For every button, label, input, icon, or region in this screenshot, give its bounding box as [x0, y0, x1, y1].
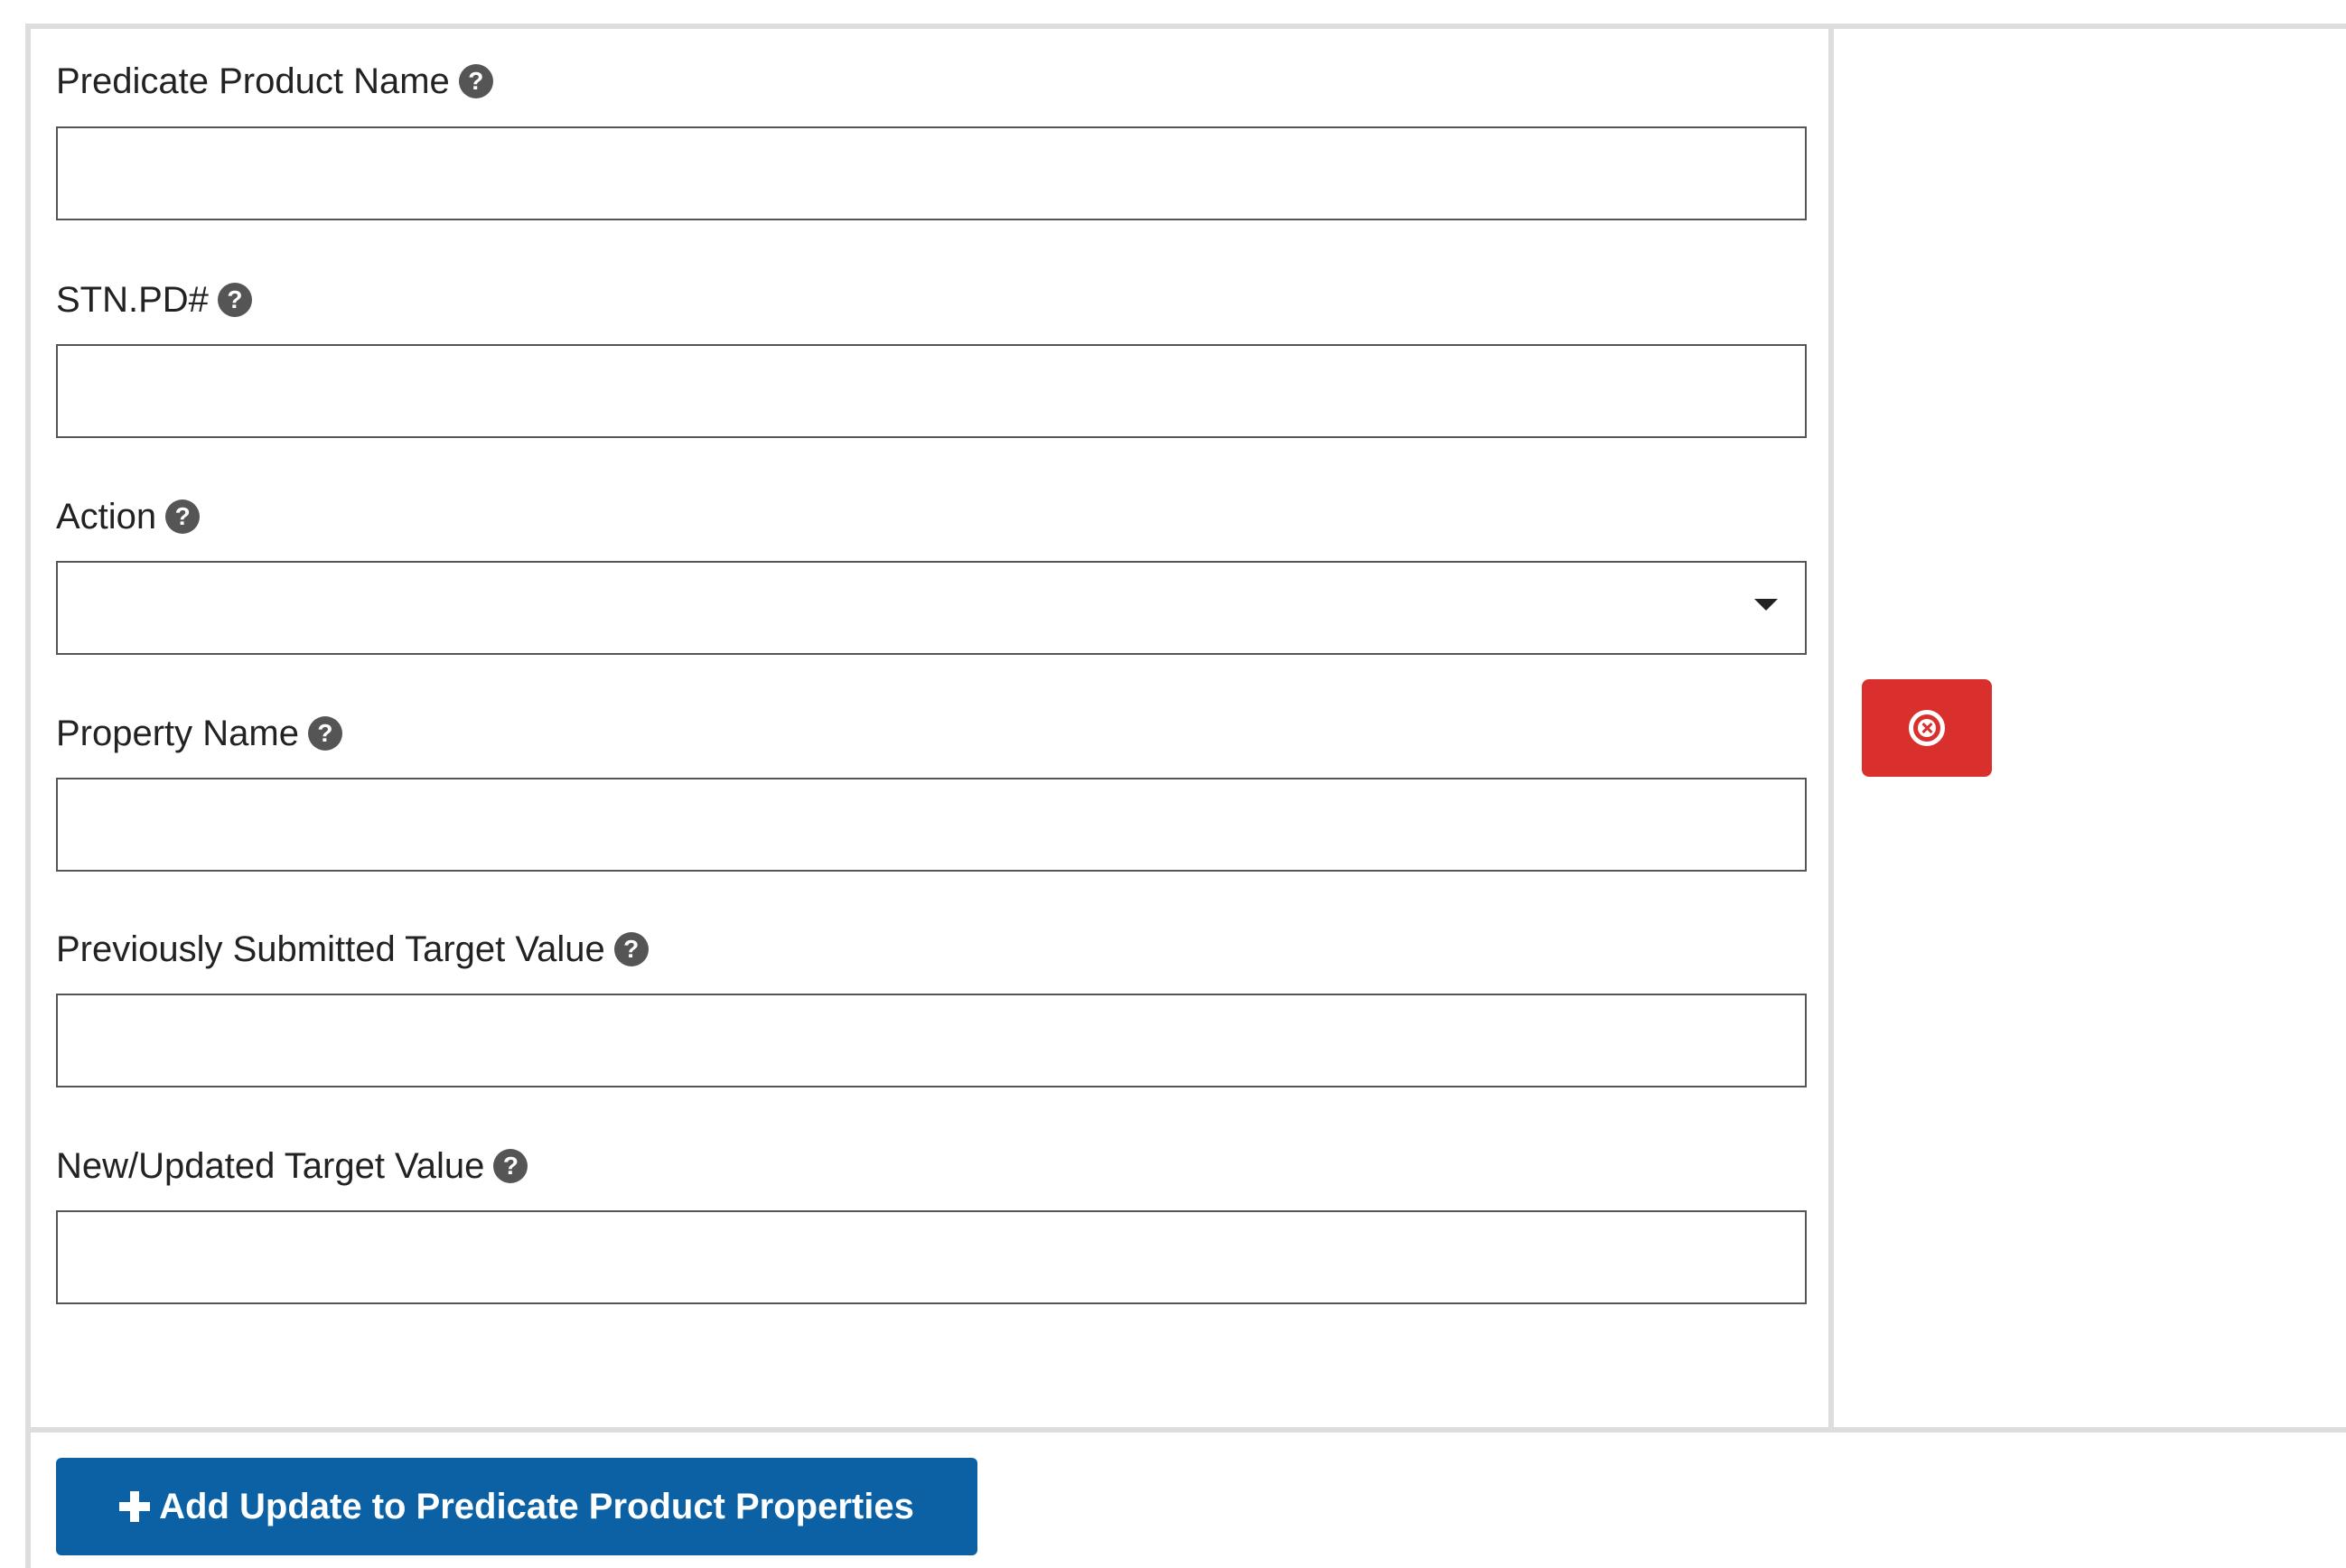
column-divider [1828, 23, 1834, 1433]
new-updated-target-value-input[interactable] [56, 1210, 1807, 1304]
property-name-label-text: Property Name [56, 713, 299, 753]
question-circle-icon[interactable]: ? [493, 1149, 528, 1183]
action-label-text: Action [56, 496, 157, 537]
remove-entry-button[interactable] [1862, 679, 1992, 777]
new-updated-target-value-label-text: New/Updated Target Value [56, 1145, 485, 1186]
property-name-input[interactable] [56, 778, 1807, 872]
stn-pd-label: STN.PD# ? [56, 273, 252, 327]
predicate-product-name-label: Predicate Product Name ? [56, 54, 493, 108]
question-circle-icon[interactable]: ? [165, 499, 201, 534]
question-circle-icon[interactable]: ? [307, 716, 342, 751]
add-update-button-label: Add Update to Predicate Product Properti… [159, 1486, 914, 1526]
plus-icon [119, 1491, 151, 1522]
previously-submitted-target-value-label-text: Previously Submitted Target Value [56, 929, 605, 969]
stn-pd-label-text: STN.PD# [56, 279, 209, 320]
action-select[interactable] [56, 561, 1807, 655]
previously-submitted-target-value-label: Previously Submitted Target Value ? [56, 922, 649, 976]
stn-pd-input[interactable] [56, 344, 1807, 438]
question-circle-icon[interactable]: ? [458, 64, 493, 98]
caret-down-icon [1754, 599, 1778, 611]
previously-submitted-target-value-input[interactable] [56, 994, 1807, 1087]
question-circle-icon[interactable]: ? [217, 283, 252, 317]
new-updated-target-value-label: New/Updated Target Value ? [56, 1139, 528, 1193]
add-update-button[interactable]: Add Update to Predicate Product Properti… [56, 1458, 977, 1555]
times-circle-icon [1909, 710, 1945, 746]
action-label: Action ? [56, 490, 201, 544]
predicate-product-name-label-text: Predicate Product Name [56, 61, 450, 101]
footer-left-border [25, 1433, 31, 1568]
question-circle-icon[interactable]: ? [613, 932, 649, 966]
property-name-label: Property Name ? [56, 706, 342, 761]
predicate-product-name-input[interactable] [56, 126, 1807, 220]
